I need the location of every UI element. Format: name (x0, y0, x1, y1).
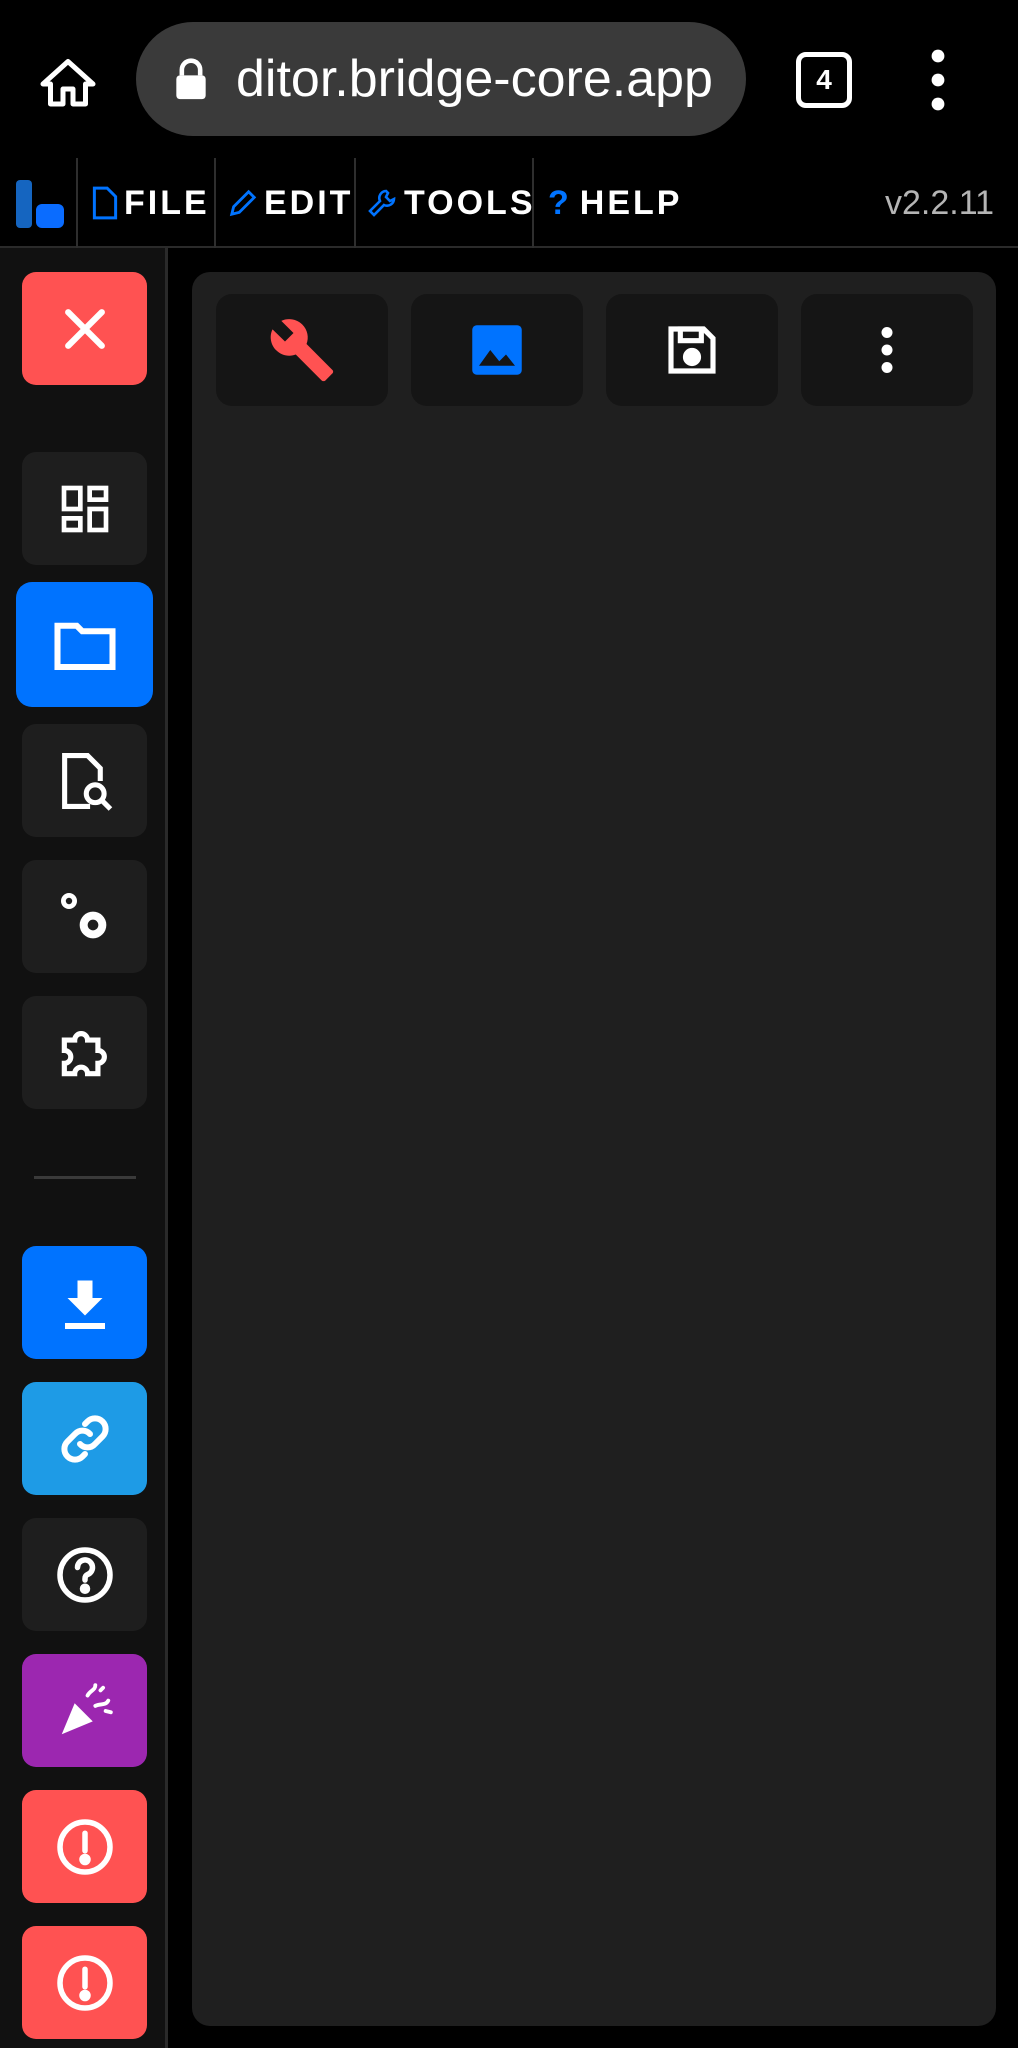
menu-separator (354, 158, 356, 248)
toolbar-tools-button[interactable] (216, 294, 388, 406)
toolbar-more-button[interactable] (801, 294, 973, 406)
toolbar-save-button[interactable] (606, 294, 778, 406)
menu-separator (76, 158, 78, 248)
help-circle-icon (56, 1546, 113, 1603)
sidebar (0, 248, 168, 2048)
home-button[interactable] (30, 46, 105, 121)
tab-switcher-button[interactable]: 4 (796, 52, 852, 108)
toolbar-image-button[interactable] (411, 294, 583, 406)
home-icon (40, 58, 95, 106)
question-icon: ? (548, 183, 572, 222)
bridge-logo-icon (16, 180, 64, 228)
sidebar-dashboard-button[interactable] (22, 452, 147, 565)
menu-separator (532, 158, 534, 248)
menu-separator (214, 158, 216, 248)
image-icon (472, 325, 522, 375)
save-icon (668, 326, 716, 374)
sidebar-divider (34, 1176, 136, 1179)
more-vertical-icon (931, 49, 945, 111)
download-icon (64, 1280, 105, 1329)
sidebar-file-search-button[interactable] (22, 724, 147, 837)
party-popper-icon (61, 1682, 113, 1734)
alert-icon (56, 1818, 113, 1875)
puzzle-icon (61, 1030, 107, 1076)
version-label: v2.2.11 (884, 183, 994, 222)
menu-help-label: HELP (579, 183, 683, 222)
menu-tools-label: TOOLS (404, 183, 536, 222)
dashboard-icon (61, 485, 108, 532)
more-vertical-icon (881, 327, 893, 373)
pencil-icon (229, 189, 257, 217)
browser-menu-button[interactable] (918, 48, 958, 112)
editor-panel (192, 272, 996, 2026)
file-icon (92, 186, 118, 220)
sidebar-settings-button[interactable] (22, 860, 147, 973)
sidebar-whats-new-button[interactable] (22, 1654, 147, 1767)
sidebar-error-button[interactable] (22, 1790, 147, 1903)
close-icon (64, 308, 105, 349)
menu-tools[interactable]: TOOLS (366, 158, 536, 248)
menu-file-label: FILE (124, 183, 210, 222)
browser-toolbar: ditor.bridge-core.app 4 (0, 0, 1018, 158)
sidebar-link-button[interactable] (22, 1382, 147, 1495)
link-icon (60, 1414, 109, 1463)
folder-icon (53, 622, 116, 670)
alert-icon (56, 1954, 113, 2011)
sidebar-help-button[interactable] (22, 1518, 147, 1631)
sidebar-close-button[interactable] (22, 272, 147, 385)
gears-icon (60, 892, 106, 938)
sidebar-download-button[interactable] (22, 1246, 147, 1359)
wrench-icon (270, 319, 334, 382)
lock-icon (176, 58, 206, 100)
url-text: ditor.bridge-core.app (236, 50, 713, 108)
sidebar-extensions-button[interactable] (22, 996, 147, 1109)
address-bar[interactable]: ditor.bridge-core.app (136, 22, 746, 136)
wrench-icon (368, 189, 396, 217)
app-menubar: FILE EDIT TOOLS ? HELP v2.2.11 (0, 158, 1018, 248)
sidebar-error-button[interactable] (22, 1926, 147, 2039)
sidebar-explorer-button[interactable] (16, 582, 153, 707)
menu-edit-label: EDIT (264, 183, 354, 222)
file-search-icon (61, 752, 112, 811)
menu-edit[interactable]: EDIT (228, 158, 353, 248)
menu-file[interactable]: FILE (92, 158, 210, 248)
menu-help[interactable]: ? HELP (548, 158, 682, 248)
